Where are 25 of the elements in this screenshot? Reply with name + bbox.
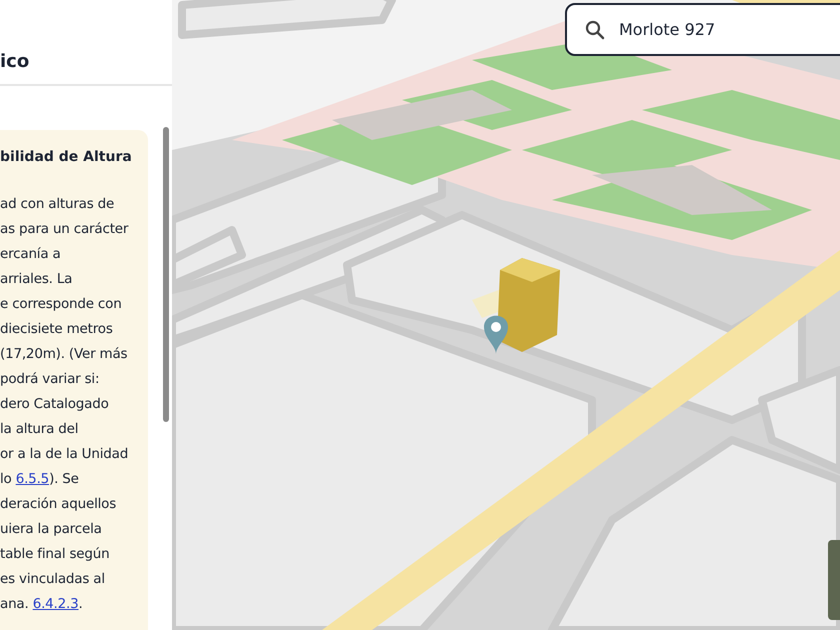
paragraph-line: table final según: [0, 545, 110, 564]
card-heading: bilidad de Altura: [0, 148, 133, 167]
paragraph-line: uiera la parcela: [0, 520, 103, 539]
satellite-thumbnail[interactable]: [828, 540, 840, 620]
paragraph-line: (17,20m). (Ver más: [0, 345, 128, 364]
paragraph-line: diecisiete metros: [0, 320, 114, 339]
paragraph-line: arriales. La: [0, 270, 74, 289]
scrollbar-thumb[interactable]: [163, 127, 169, 422]
paragraph-line: la altura del: [0, 420, 80, 439]
paragraph-line: as para un carácter: [0, 220, 130, 239]
map-drawing[interactable]: [172, 0, 840, 630]
paragraph-line: deración aquellos: [0, 495, 118, 514]
paragraph-line: dero Catalogado: [0, 395, 110, 414]
paragraph-line: es vinculadas al: [0, 570, 106, 589]
paragraph-line: ad con alturas de: [0, 195, 116, 214]
paragraph-line: ercanía a: [0, 245, 62, 264]
section-link[interactable]: 6.4.2.3: [32, 596, 79, 612]
paragraph-line: or a la de la Unidad: [0, 445, 130, 464]
paragraph-line: e corresponde con: [0, 295, 123, 314]
paragraph-line: podrá variar si:: [0, 370, 100, 389]
search-field[interactable]: Morlote 927: [565, 3, 840, 56]
section-link[interactable]: 6.5.5: [16, 471, 50, 487]
paragraph-line: lo 6.5.5). Se: [0, 470, 80, 489]
paragraph-line: ana. 6.4.2.3.: [0, 595, 84, 614]
panel-title: ico: [0, 51, 30, 72]
